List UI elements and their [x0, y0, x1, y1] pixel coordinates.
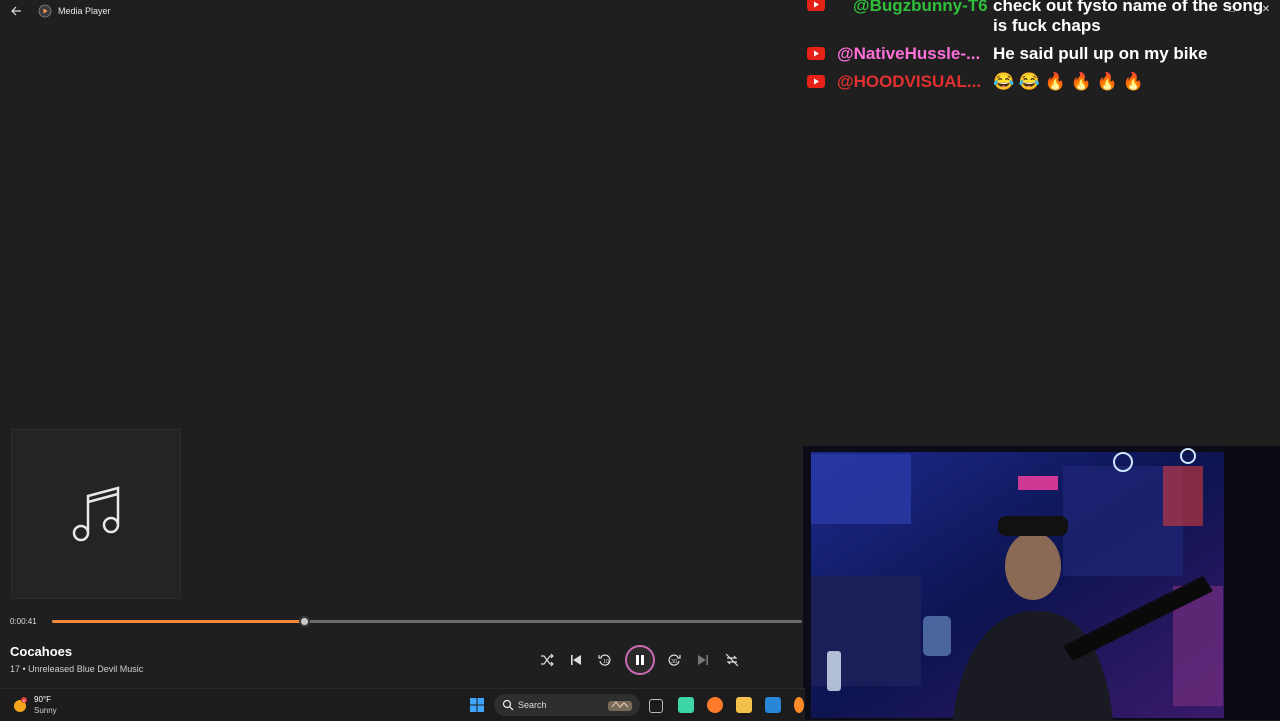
- youtube-icon: [807, 47, 825, 60]
- weather-sun-icon[interactable]: 8: [12, 697, 28, 713]
- windows-start-icon[interactable]: [469, 697, 485, 713]
- media-player-icon: [38, 4, 52, 18]
- file-explorer-icon[interactable]: [736, 697, 752, 713]
- forward-30-icon[interactable]: 30: [666, 652, 682, 668]
- title-bar: Media Player: [0, 0, 800, 22]
- next-icon[interactable]: [695, 652, 711, 668]
- chat-overlay: @Bugzbunny-T6 check out fysto name of th…: [805, 0, 1280, 100]
- youtube-icon: [807, 75, 825, 88]
- track-title: Cocahoes: [10, 644, 73, 659]
- track-subtitle: 17 • Unreleased Blue Devil Music: [10, 664, 144, 674]
- weather-condition[interactable]: Sunny: [34, 706, 57, 715]
- webcam-image: [811, 446, 1280, 720]
- webcam-overlay: [803, 446, 1280, 720]
- chat-username: @Bugzbunny-T6: [853, 0, 988, 15]
- app-title: Media Player: [58, 6, 111, 16]
- taskbar-search[interactable]: Search: [494, 694, 640, 716]
- chat-username: @HOODVISUAL...: [837, 72, 982, 91]
- task-view-icon[interactable]: [649, 699, 663, 713]
- back-arrow-icon[interactable]: [9, 4, 23, 18]
- shuffle-icon[interactable]: [539, 652, 555, 668]
- chat-text: is fuck chaps: [993, 16, 1101, 35]
- store-icon[interactable]: [765, 697, 781, 713]
- seek-bar[interactable]: [52, 616, 802, 627]
- svg-text:30: 30: [671, 659, 677, 665]
- youtube-icon: [807, 0, 825, 11]
- album-art: [11, 429, 181, 599]
- taskbar-app-icon[interactable]: [678, 697, 694, 713]
- taskbar-app-icon[interactable]: [794, 697, 804, 713]
- weather-temperature[interactable]: 90°F: [34, 695, 51, 704]
- chat-text: He said pull up on my bike: [993, 44, 1208, 63]
- repeat-icon[interactable]: [724, 652, 740, 668]
- rewind-10-icon[interactable]: 10: [597, 652, 613, 668]
- previous-icon[interactable]: [568, 652, 584, 668]
- chat-text: 😂 😂 🔥 🔥 🔥 🔥: [993, 72, 1144, 91]
- music-note-icon: [72, 486, 120, 542]
- chat-text: check out fysto name of the song: [993, 0, 1264, 15]
- firefox-icon[interactable]: [707, 697, 723, 713]
- current-time: 0:00:41: [10, 617, 37, 626]
- search-label: Search: [518, 700, 547, 710]
- seek-bar-fill: [52, 620, 305, 623]
- chat-username: @NativeHussle-...: [837, 44, 981, 63]
- taskbar: 8 90°F Sunny Search: [0, 688, 805, 721]
- search-icon: [502, 699, 514, 711]
- pause-icon: [636, 655, 644, 665]
- search-highlight-icon: [608, 701, 632, 711]
- svg-text:10: 10: [603, 659, 609, 665]
- seek-bar-thumb[interactable]: [299, 616, 311, 627]
- pause-button[interactable]: [625, 645, 655, 675]
